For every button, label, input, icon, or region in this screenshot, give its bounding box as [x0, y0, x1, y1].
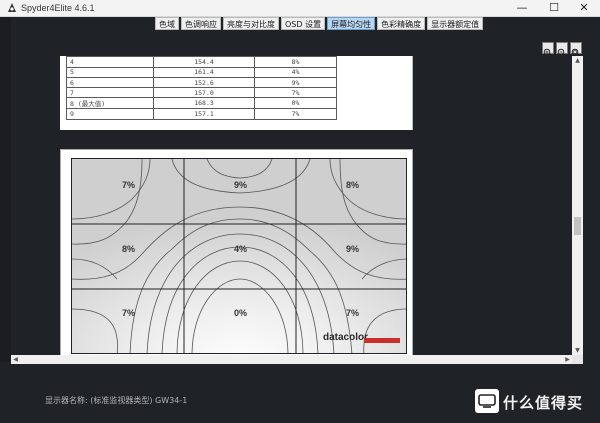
display-name-label: 显示器名称: (标准监视器类型) GW34-1	[45, 396, 188, 405]
tab-color-accuracy[interactable]: 色彩精确度	[377, 17, 426, 30]
scroll-right-icon[interactable]: ▶	[563, 355, 572, 364]
tab-brightness-contrast[interactable]: 亮度与对比度	[223, 17, 279, 30]
table-cell: 9	[66, 108, 154, 120]
table-cell: 168.3	[153, 97, 255, 110]
zone-5-value: 4%	[234, 244, 248, 254]
tab-gamut[interactable]: 色域	[155, 17, 179, 30]
tab-screen-uniformity[interactable]: 屏幕均匀性	[327, 17, 376, 30]
watermark-logo-icon	[478, 394, 496, 408]
left-panel-edge	[0, 17, 11, 362]
zone-6-value: 9%	[346, 244, 360, 254]
maximize-button[interactable]: ☐	[540, 0, 568, 17]
table-cell: 152.6	[153, 76, 255, 89]
table-row: 9 157.1 7%	[66, 108, 337, 120]
report-viewer[interactable]: 3155.38%4154.48%5161.44%6152.69%7157.07%…	[11, 56, 572, 355]
uniformity-map: 7% 9% 8% 8% 4% 9% 7% 0% 7% datacolor	[71, 158, 407, 354]
report-page-map: 7% 9% 8% 8% 4% 9% 7% 0% 7% datacolor	[60, 149, 413, 355]
minimize-button[interactable]: —	[508, 0, 536, 17]
report-page-table: 3155.38%4154.48%5161.44%6152.69%7157.07%…	[60, 56, 413, 130]
zone-1-value: 7%	[122, 180, 136, 190]
zone-4-value: 8%	[122, 244, 136, 254]
zone-8-value: 0%	[234, 308, 248, 318]
zoom-in-button[interactable]	[542, 42, 554, 58]
tab-osd-settings[interactable]: OSD 设置	[281, 17, 326, 30]
table-cell: 9%	[254, 76, 337, 89]
app-logo-icon	[8, 3, 16, 12]
datacolor-logo-bar	[364, 338, 400, 343]
vertical-scroll-thumb[interactable]	[574, 217, 581, 235]
zone-7-value: 7%	[122, 308, 136, 318]
watermark-text: 什么值得买	[503, 394, 584, 412]
vertical-scrollbar[interactable]: ▲ ▼	[572, 56, 583, 355]
table-cell: 5	[66, 66, 154, 78]
table-cell: 157.1	[153, 108, 255, 120]
table-cell: 4	[66, 56, 154, 68]
table-cell: 157.0	[153, 87, 255, 99]
zone-9-value: 7%	[346, 308, 360, 318]
scroll-up-icon[interactable]: ▲	[572, 56, 583, 65]
table-row: 6 152.6 9%	[66, 76, 337, 89]
zone-2-value: 9%	[234, 180, 248, 190]
table-cell: 161.4	[153, 66, 255, 78]
report-tabs: 色域 色调响应 亮度与对比度 OSD 设置 屏幕均匀性 色彩精确度 显示器额定值	[155, 17, 484, 31]
table-row: 8 (最大值) 168.3 0%	[66, 97, 337, 110]
tab-tone-response[interactable]: 色调响应	[181, 17, 221, 30]
zoom-out-button[interactable]	[556, 42, 568, 58]
zoom-fit-button[interactable]	[570, 42, 582, 58]
table-cell: 8 (最大值)	[66, 97, 154, 110]
zone-3-value: 8%	[346, 180, 360, 190]
zoom-toolbar	[542, 42, 582, 58]
table-cell: 7%	[254, 87, 337, 99]
datacolor-logo: datacolor	[323, 332, 369, 343]
window-title: Spyder4Elite 4.6.1	[21, 3, 95, 13]
title-bar: Spyder4Elite 4.6.1 — ☐ ✕	[0, 0, 600, 17]
scroll-left-icon[interactable]: ◀	[11, 355, 20, 364]
table-row: 5 161.4 4%	[66, 66, 337, 78]
watermark-logo	[475, 389, 499, 413]
table-cell: 4%	[254, 66, 337, 78]
table-cell: 154.4	[153, 56, 255, 68]
table-row: 7 157.0 7%	[66, 87, 337, 99]
table-cell: 7%	[254, 108, 337, 120]
horizontal-scrollbar[interactable]: ◀ ▶	[11, 355, 572, 364]
scroll-corner	[572, 355, 583, 364]
scroll-down-icon[interactable]: ▼	[572, 346, 583, 355]
tab-display-rating[interactable]: 显示器额定值	[427, 17, 484, 30]
uniformity-table: 3155.38%4154.48%5161.44%6152.69%7157.07%…	[66, 56, 337, 120]
close-button[interactable]: ✕	[570, 0, 598, 17]
table-row: 4 154.4 8%	[66, 56, 337, 68]
table-cell: 0%	[254, 97, 337, 110]
table-cell: 6	[66, 76, 154, 89]
table-cell: 8%	[254, 56, 337, 68]
table-cell: 7	[66, 87, 154, 99]
